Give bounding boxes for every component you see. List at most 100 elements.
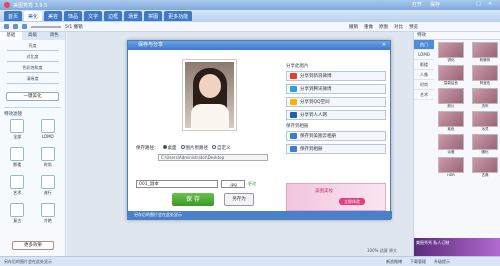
effect-item[interactable]: 复古 bbox=[4, 203, 31, 227]
effect-thumb[interactable]: 暖化 bbox=[470, 134, 500, 155]
effect-item[interactable]: 艺术 bbox=[4, 175, 31, 199]
tab-basic[interactable]: 基础 bbox=[0, 32, 22, 40]
rotate-icon[interactable] bbox=[4, 24, 9, 29]
category-item[interactable]: 时尚 bbox=[414, 80, 434, 90]
effect-thumb[interactable]: 锐化 bbox=[436, 42, 466, 63]
effect-item[interactable]: LOMO bbox=[35, 119, 62, 143]
thumb-image bbox=[438, 42, 464, 58]
effect-item[interactable]: 冷艳 bbox=[35, 203, 62, 227]
open-button[interactable]: 打开 bbox=[412, 1, 422, 8]
radio-original-path[interactable]: 图片原路径 bbox=[180, 145, 208, 151]
thumb-image bbox=[438, 88, 464, 104]
qzone-icon bbox=[290, 99, 297, 105]
category-item[interactable]: 热门 bbox=[414, 40, 434, 50]
undo-button[interactable]: 撤销 bbox=[349, 24, 358, 30]
status-upgrade[interactable]: 升级提示 bbox=[434, 259, 450, 265]
status-bar: 另存后的图片会在此处显示 新浪微博 下载管理 升级提示 bbox=[0, 256, 500, 266]
effect-thumb[interactable]: 淡雅 bbox=[436, 134, 466, 155]
dialog-title-bar: 保存与分享 ✕ bbox=[128, 41, 390, 50]
filename-input[interactable]: 001_副本 bbox=[136, 180, 218, 188]
thumb-label: 冰灵 bbox=[481, 127, 489, 131]
save-as-button[interactable]: 另存为 bbox=[224, 193, 254, 206]
effect-thumb[interactable]: 智能绘色 bbox=[436, 65, 466, 86]
effect-icon bbox=[40, 175, 55, 189]
tab-beautify[interactable]: 美化 bbox=[24, 11, 43, 21]
close-icon[interactable]: ✕ bbox=[382, 41, 386, 50]
resize-icon[interactable] bbox=[22, 24, 27, 29]
tab-frame[interactable]: 边框 bbox=[104, 11, 123, 21]
zoom-controls[interactable]: 100% 适屏 原大 bbox=[367, 248, 397, 254]
maximize-icon[interactable]: □ bbox=[476, 1, 481, 7]
original-button[interactable]: 原图 bbox=[379, 24, 388, 30]
tab-more[interactable]: 更多功能 bbox=[164, 11, 193, 21]
preview-button[interactable]: 预览 bbox=[409, 24, 418, 30]
effect-item[interactable]: 时尚 bbox=[35, 147, 62, 171]
promo-button[interactable]: 立即体验 bbox=[339, 198, 365, 205]
effect-thumb[interactable]: 古典 bbox=[470, 157, 500, 178]
tab-collage[interactable]: 拼图 bbox=[144, 11, 163, 21]
share-renren-button[interactable]: 分享到人人网 bbox=[286, 110, 386, 120]
category-item[interactable]: 人像 bbox=[414, 70, 434, 80]
save-button[interactable]: 保 存 bbox=[172, 193, 214, 206]
radio-custom[interactable]: 自定义 bbox=[212, 145, 231, 151]
tab-text[interactable]: 文字 bbox=[84, 11, 103, 21]
slider-label: 亮度 bbox=[28, 43, 37, 48]
status-download[interactable]: 下载管理 bbox=[410, 259, 426, 265]
save-top-button[interactable]: 保存 bbox=[430, 1, 440, 8]
share-weibo-button[interactable]: 分享到新浪微博 bbox=[286, 71, 386, 81]
save-cloud-button[interactable]: 保存到美图云相册 bbox=[286, 131, 386, 141]
effect-item[interactable]: 流行 bbox=[35, 175, 62, 199]
sharpness-slider[interactable] bbox=[6, 83, 59, 84]
promo-banner[interactable]: 美图美妆 立即体验 bbox=[286, 183, 386, 211]
effect-thumb[interactable]: 粉嫩系 bbox=[470, 42, 500, 63]
change-link[interactable]: 更改 bbox=[248, 181, 256, 187]
effect-item[interactable]: 影楼 bbox=[4, 147, 31, 171]
tab-scene[interactable]: 场景 bbox=[124, 11, 143, 21]
contrast-slider[interactable] bbox=[6, 61, 59, 62]
effect-icon bbox=[10, 147, 25, 161]
close-icon[interactable]: ✕ bbox=[488, 1, 492, 7]
app-window: 美图秀秀 3.9.5 打开 保存 □ ✕ 首页 美化 美容 饰品 文字 边框 场… bbox=[0, 0, 500, 266]
compare-button[interactable]: 对比 bbox=[394, 24, 403, 30]
effect-thumb[interactable]: 胶片 bbox=[436, 88, 466, 109]
effect-thumb[interactable]: HDR bbox=[436, 157, 466, 178]
effect-item[interactable]: 全部 bbox=[4, 119, 31, 143]
effect-thumb[interactable]: 冰灵 bbox=[470, 111, 500, 132]
radio-desktop[interactable]: 桌面 bbox=[162, 145, 177, 151]
category-item[interactable]: 影楼 bbox=[414, 60, 434, 70]
tab-color[interactable]: 调色 bbox=[43, 32, 65, 40]
tab-advanced[interactable]: 高级 bbox=[22, 32, 44, 40]
radio-icon bbox=[212, 145, 216, 149]
share-qzone-button[interactable]: 分享到QQ空间 bbox=[286, 97, 386, 107]
saturation-slider[interactable] bbox=[6, 72, 59, 73]
category-item[interactable]: 艺术 bbox=[414, 90, 434, 100]
save-path-field[interactable]: C:\Users\Administrator\Desktop bbox=[158, 154, 268, 161]
share-label: 分享到新浪微博 bbox=[300, 73, 332, 79]
effects-title: 特效滤镜 bbox=[4, 107, 61, 117]
brightness-slider[interactable] bbox=[6, 50, 59, 51]
effect-categories: 热门 LOMO 影楼 人像 时尚 艺术 bbox=[414, 40, 434, 100]
status-weibo[interactable]: 新浪微博 bbox=[386, 259, 402, 265]
one-key-beautify-button[interactable]: 一键美化 bbox=[6, 92, 59, 101]
right-panel: 特效 热门 LOMO 影楼 人像 时尚 艺术 锐化 粉嫩系 智能绘色 阿宝色 胶… bbox=[413, 32, 500, 256]
tab-beauty[interactable]: 美容 bbox=[44, 11, 63, 21]
save-album-button[interactable]: 保存到相册 bbox=[286, 144, 386, 154]
category-item[interactable]: LOMO bbox=[414, 50, 434, 60]
cloud-icon bbox=[290, 133, 297, 139]
status-text: 另存后的图片会在此处显示 bbox=[4, 258, 52, 264]
tab-accessories[interactable]: 饰品 bbox=[64, 11, 83, 21]
tab-home[interactable]: 首页 bbox=[4, 11, 23, 21]
effect-thumb[interactable]: 流年 bbox=[470, 88, 500, 109]
effect-thumb[interactable]: 紫色 bbox=[436, 111, 466, 132]
thumb-label: 古典 bbox=[481, 173, 489, 177]
effects-grid: 全部 LOMO 影楼 时尚 艺术 流行 复古 冷艳 bbox=[0, 119, 65, 227]
effect-thumbnails: 锐化 粉嫩系 智能绘色 阿宝色 胶片 流年 紫色 冰灵 淡雅 暖化 HDR 古典 bbox=[436, 42, 500, 178]
ad-banner[interactable]: 美图秀秀 私人订制 bbox=[414, 238, 500, 256]
more-effects-button[interactable]: 更多效果 bbox=[12, 241, 54, 250]
format-select[interactable]: .jpg bbox=[221, 180, 245, 188]
share-tencent-button[interactable]: 分享到腾讯微博 bbox=[286, 84, 386, 94]
effect-thumb[interactable]: 阿宝色 bbox=[470, 65, 500, 86]
crop-icon[interactable] bbox=[13, 24, 18, 29]
zoom-slider[interactable] bbox=[31, 25, 61, 28]
redo-button[interactable]: 重做 bbox=[364, 24, 373, 30]
